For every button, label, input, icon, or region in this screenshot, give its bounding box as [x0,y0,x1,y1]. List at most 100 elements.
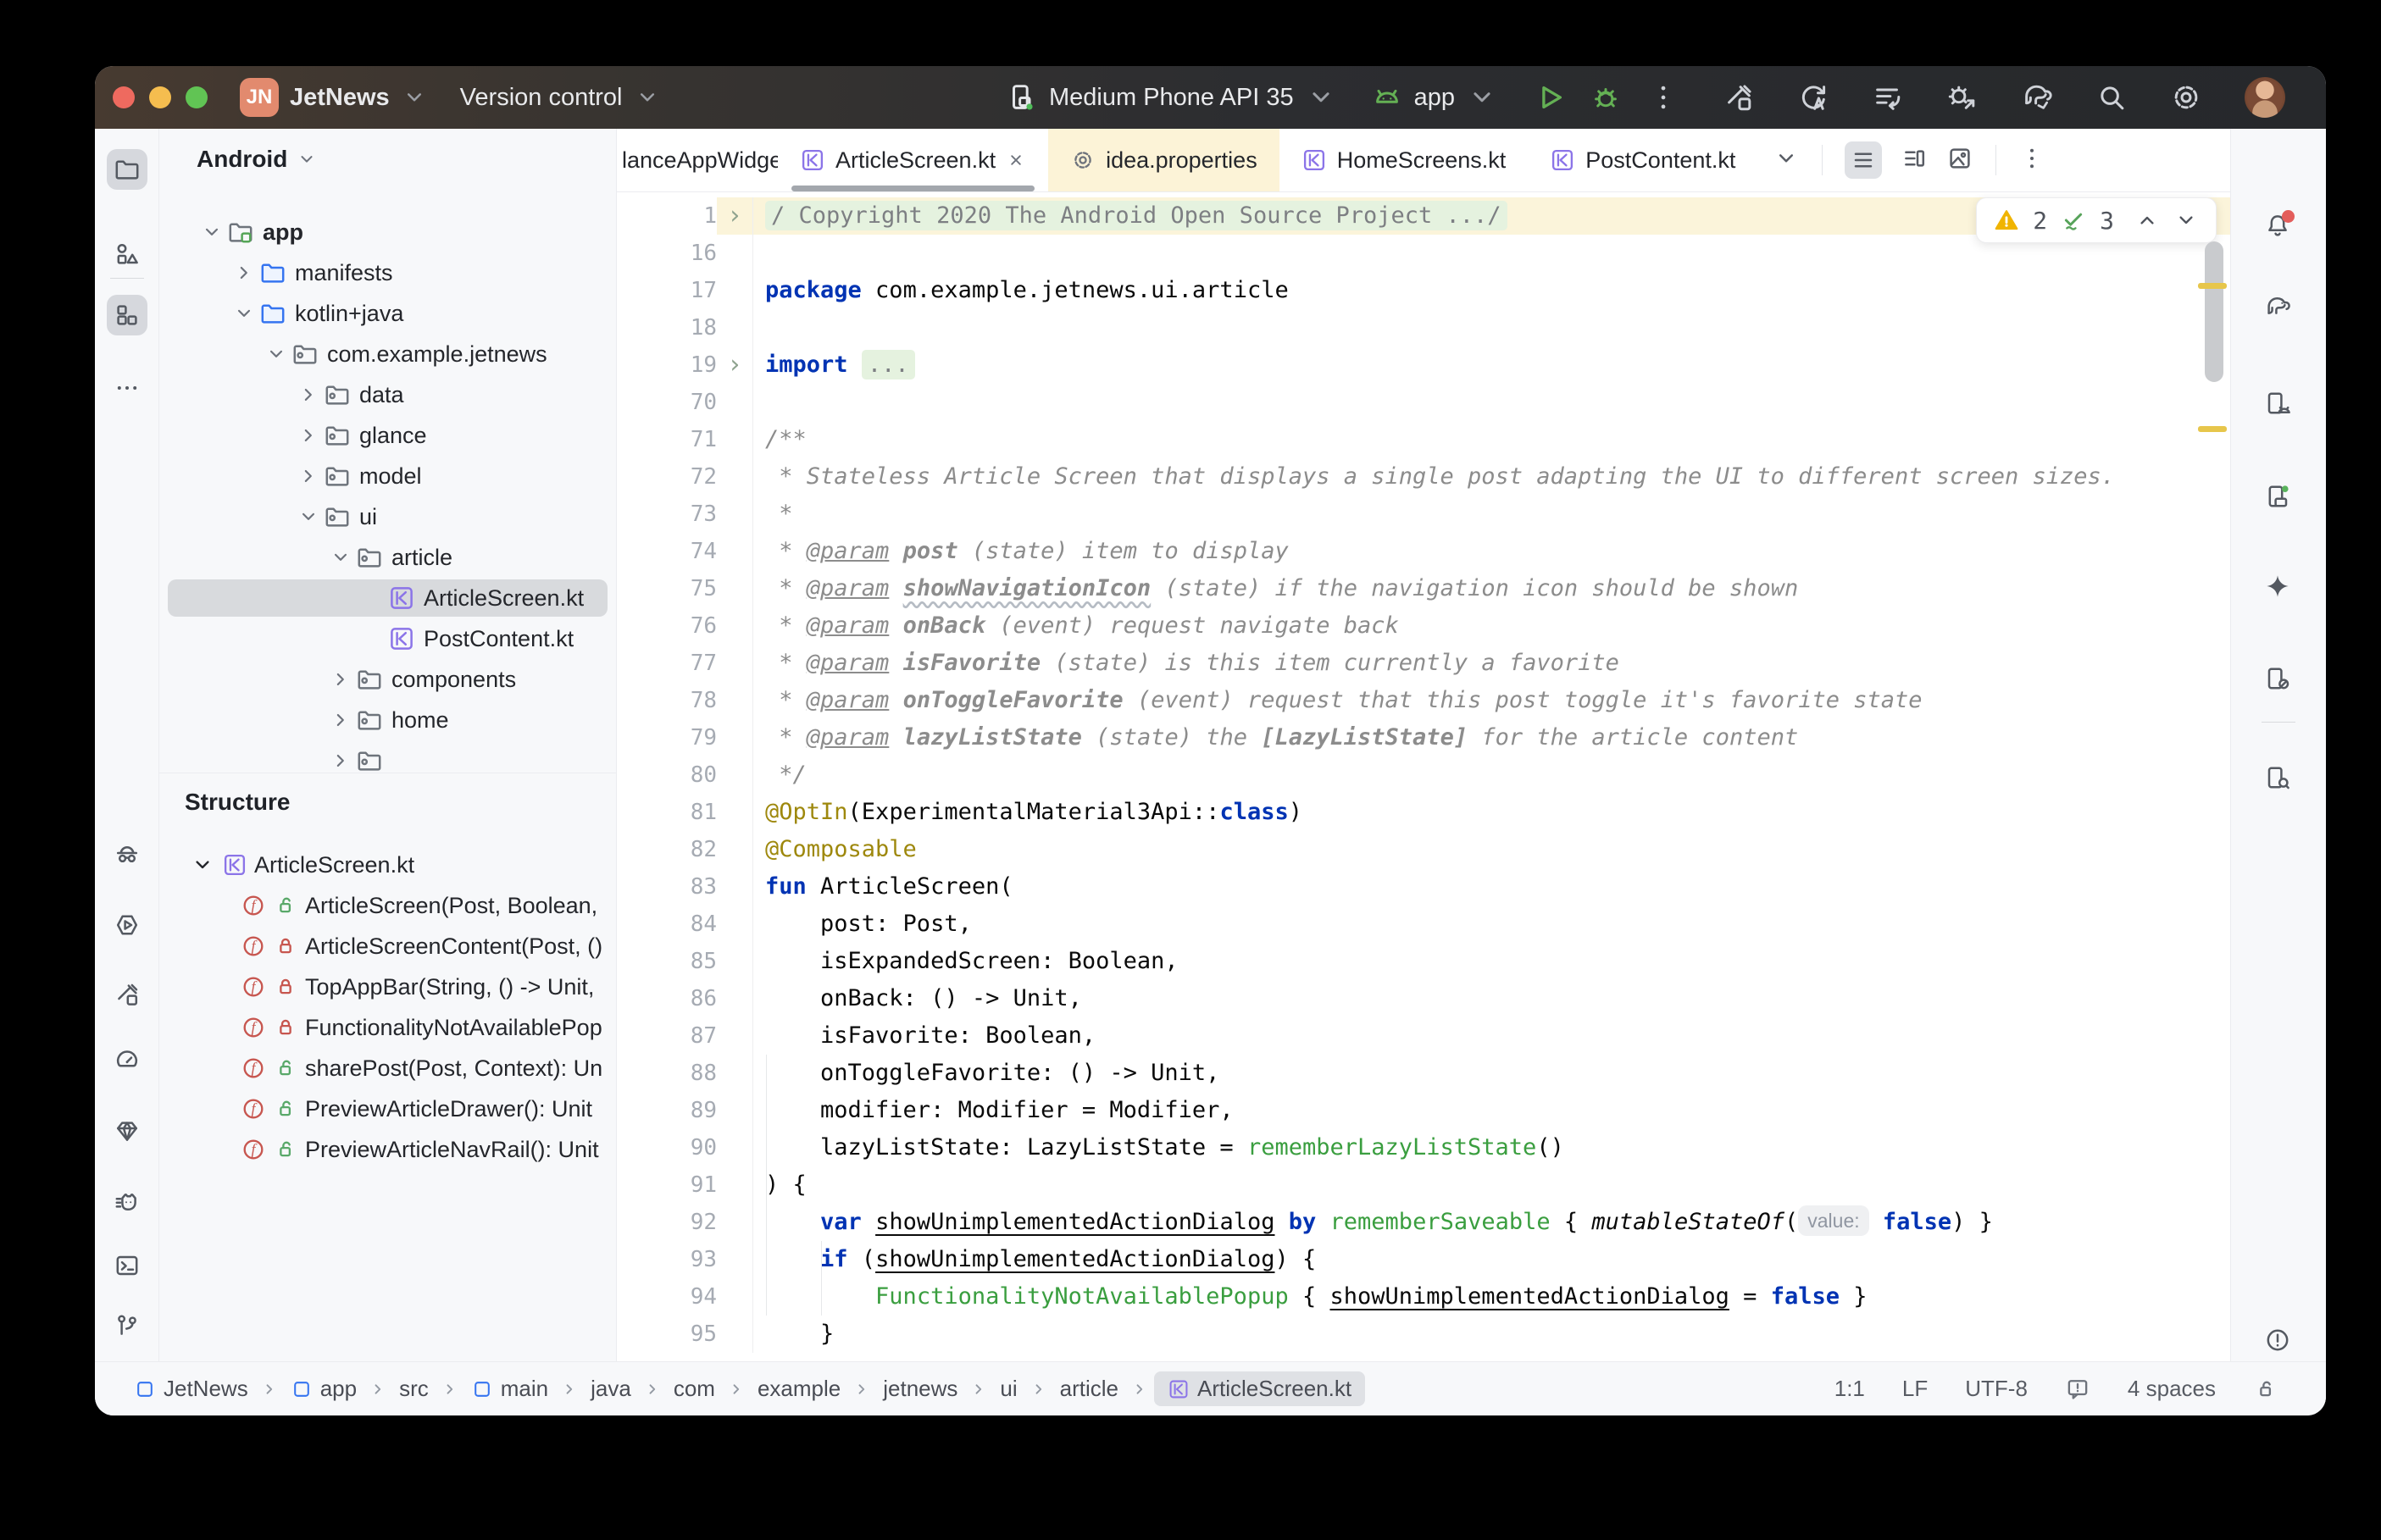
tree-item-home[interactable]: home [159,700,616,740]
code-line-78[interactable]: 78 * @param onToggleFavorite (event) req… [617,682,2230,719]
scrollbar-thumb[interactable] [2205,241,2223,382]
editor-tab-postcontent-kt[interactable]: PostContent.kt [1528,129,1757,191]
code-line-77[interactable]: 77 * @param isFavorite (state) is this i… [617,645,2230,682]
tool-button-more-tools[interactable] [107,368,147,408]
code-line-18[interactable]: 18 [617,309,2230,346]
code-line-94[interactable]: 94 FunctionalityNotAvailablePopup { show… [617,1278,2230,1316]
file-encoding[interactable]: UTF-8 [1965,1376,2028,1402]
breadcrumb-item-ui[interactable]: ui [993,1371,1024,1406]
code-line-93[interactable]: 93 if (showUnimplementedActionDialog) { [617,1241,2230,1278]
breadcrumb-item-java[interactable]: java [584,1371,638,1406]
unlocked-icon[interactable] [2253,1377,2278,1402]
tree-item-postcontent-kt[interactable]: PostContent.kt [159,618,616,659]
tool-button-gradle[interactable] [2257,286,2298,327]
code-line-91[interactable]: 91) { [617,1166,2230,1204]
tree-item[interactable] [159,740,616,773]
tree-item-glance[interactable]: glance [159,415,616,456]
scrollbar-warning-mark[interactable] [2198,426,2227,432]
close-window-button[interactable] [113,86,135,108]
tool-button-device-manager[interactable] [2257,383,2298,424]
tree-item-com-example-jetnews[interactable]: com.example.jetnews [159,334,616,374]
breadcrumb-item-articlescreen-kt[interactable]: ArticleScreen.kt [1154,1371,1366,1406]
editor-tab-lanceappwidget-kt[interactable]: lanceAppWidget.kt [617,129,778,191]
close-tab-icon[interactable] [1006,150,1026,170]
project-widget[interactable]: JN JetNews [240,78,428,117]
tool-button-resource-manager[interactable] [107,234,147,274]
fold-marker-icon[interactable]: › [717,197,752,235]
code-line-80[interactable]: 80 */ [617,756,2230,794]
structure-root[interactable]: ArticleScreen.kt [159,845,616,885]
project-view-selector[interactable]: Android [159,129,616,190]
breadcrumb-item-src[interactable]: src [392,1371,436,1406]
breadcrumb-item-jetnews[interactable]: jetnews [876,1371,964,1406]
structure-item[interactable]: f sharePost(Post, Context): Un [159,1048,616,1089]
code-line-72[interactable]: 72 * Stateless Article Screen that displ… [617,458,2230,496]
tool-button-profiler[interactable] [107,1039,147,1079]
code-line-85[interactable]: 85 isExpandedScreen: Boolean, [617,943,2230,980]
gradle-sync-icon[interactable] [2021,81,2053,114]
tool-button-running-devices[interactable] [2257,476,2298,517]
minimize-window-button[interactable] [149,86,171,108]
code-line-95[interactable]: 95 } [617,1316,2230,1353]
code-line-71[interactable]: 71 /** [617,421,2230,458]
editor-tab-idea-properties[interactable]: idea.properties [1048,129,1279,191]
message-exclamation-icon[interactable] [2065,1377,2090,1402]
tool-button-device-mirroring[interactable] [2257,658,2298,699]
tab-action-more-vertical[interactable] [2018,145,2045,176]
attach-debugger-icon[interactable] [1946,81,1979,114]
structure-item[interactable]: f PreviewArticleDrawer(): Unit [159,1089,616,1129]
apply-changes-icon[interactable] [1797,81,1829,114]
code-line-84[interactable]: 84 post: Post, [617,906,2230,943]
code-line-82[interactable]: 82 @Composable [617,831,2230,868]
code-line-88[interactable]: 88 onToggleFavorite: () -> Unit, [617,1055,2230,1092]
tree-item-kotlin-java[interactable]: kotlin+java [159,293,616,334]
code-line-83[interactable]: 83 fun ArticleScreen( [617,868,2230,906]
tool-button-gemini[interactable] [2257,566,2298,607]
code-line-74[interactable]: 74 * @param post (state) item to display [617,533,2230,570]
apply-code-changes-icon[interactable] [1872,81,1904,114]
structure-item[interactable]: f FunctionalityNotAvailablePop [159,1007,616,1048]
chevron-up-icon[interactable] [2134,208,2160,233]
tree-item-app[interactable]: app [159,212,616,252]
tool-button-terminal[interactable] [107,1245,147,1286]
code-line-73[interactable]: 73 * [617,496,2230,533]
code-line-75[interactable]: 75 * @param showNavigationIcon (state) i… [617,570,2230,607]
structure-item[interactable]: f ArticleScreen(Post, Boolean, [159,885,616,926]
breadcrumb-item-jetnews[interactable]: JetNews [127,1371,255,1406]
tool-button-version-control[interactable] [107,1305,147,1346]
editor-tab-homescreens-kt[interactable]: HomeScreens.kt [1279,129,1529,191]
search-icon[interactable] [2095,81,2128,114]
structure-item[interactable]: f PreviewArticleNavRail(): Unit [159,1129,616,1170]
tree-item-article[interactable]: article [159,537,616,578]
tool-button-notifications[interactable] [2257,205,2298,246]
more-vertical-icon[interactable] [1647,81,1679,114]
tool-button-app-quality-insights[interactable] [107,834,147,875]
tree-item-manifests[interactable]: manifests [159,252,616,293]
tool-button-project-folder[interactable] [107,149,147,190]
inspections-widget[interactable]: 2 3 [1976,197,2217,243]
code-line-76[interactable]: 76 * @param onBack (event) request navig… [617,607,2230,645]
scrollbar-warning-mark[interactable] [2198,283,2227,289]
fold-marker-icon[interactable]: › [717,346,752,384]
code-line-89[interactable]: 89 modifier: Modifier = Modifier, [617,1092,2230,1129]
build-hammer-icon[interactable] [1723,81,1755,114]
code-line-17[interactable]: 17 package com.example.jetnews.ui.article [617,272,2230,309]
code-line-86[interactable]: 86 onBack: () -> Unit, [617,980,2230,1017]
tab-action-split-editor[interactable] [1901,145,1928,176]
tab-action-single-file-view[interactable] [1845,141,1883,179]
tool-button-layout-inspector[interactable] [2257,757,2298,798]
settings-gear-icon[interactable] [2170,81,2202,114]
breadcrumb-item-com[interactable]: com [667,1371,722,1406]
tool-button-structure[interactable] [107,295,147,335]
tree-item-components[interactable]: components [159,659,616,700]
debug-bug-icon[interactable] [1590,81,1622,114]
code-editor[interactable]: 1 › / Copyright 2020 The Android Open Sour… [617,192,2230,1361]
chevron-down-icon[interactable] [2173,208,2199,233]
structure-item[interactable]: f TopAppBar(String, () -> Unit, [159,967,616,1007]
run-play-icon[interactable] [1534,81,1566,114]
tab-action-tab-list-chevron[interactable] [1773,145,1800,176]
breadcrumb-item-article[interactable]: article [1053,1371,1125,1406]
tree-item-data[interactable]: data [159,374,616,415]
indent-setting[interactable]: 4 spaces [2128,1376,2216,1402]
code-line-79[interactable]: 79 * @param lazyListState (state) the [L… [617,719,2230,756]
